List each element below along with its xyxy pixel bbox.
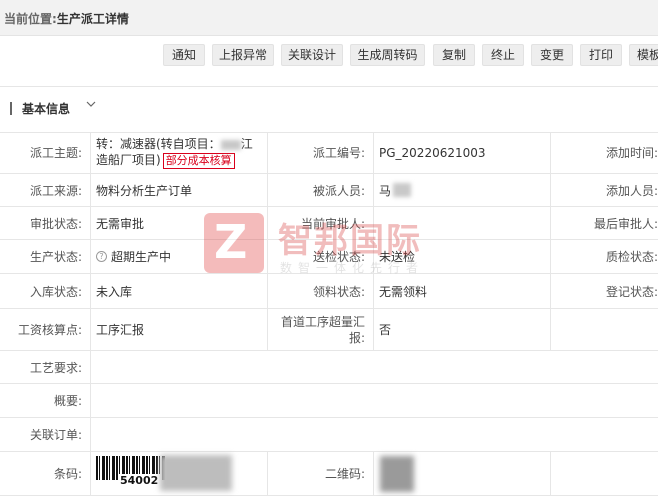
craft-value bbox=[91, 351, 658, 384]
production-status: 超期生产中 bbox=[111, 250, 172, 264]
inspection-send-value: 未送检 bbox=[374, 240, 551, 274]
barcode-number: 54002 bbox=[118, 474, 161, 487]
section-bar bbox=[10, 102, 12, 115]
breadcrumb-current: 生产派工详情 bbox=[56, 12, 129, 26]
assignee-label: 被派人员: bbox=[268, 174, 374, 207]
redacted-text bbox=[220, 139, 241, 150]
wage-value: 工序汇报 bbox=[91, 309, 268, 351]
current-approver-value bbox=[374, 207, 551, 240]
adder-label: 添加人员: bbox=[551, 174, 658, 207]
subject-value-mid: 江 bbox=[240, 137, 253, 151]
question-icon[interactable]: ? bbox=[96, 251, 107, 262]
change-button[interactable]: 变更 bbox=[531, 44, 573, 66]
code-label: 派工编号: bbox=[268, 132, 374, 174]
current-approver-label: 当前审批人: bbox=[268, 207, 374, 240]
source-label: 派工来源: bbox=[0, 174, 91, 207]
craft-label: 工艺要求: bbox=[0, 351, 91, 384]
generate-code-button[interactable]: 生成周转码 bbox=[350, 44, 425, 66]
print-button[interactable]: 打印 bbox=[580, 44, 622, 66]
subject-value-line1: 转：减速器(转自项目： bbox=[96, 137, 221, 151]
warehouse-label: 入库状态: bbox=[0, 274, 91, 309]
breadcrumb: 当前位置:生产派工详情 bbox=[4, 10, 129, 27]
toolbar: 通知 上报异常 关联设计 生成周转码 复制 终止 变更 打印 模板 bbox=[0, 44, 658, 68]
first-proc-value: 否 bbox=[374, 309, 551, 351]
source-value: 物料分析生产订单 bbox=[91, 174, 268, 207]
redacted-barcode bbox=[160, 455, 232, 491]
last-approver-label: 最后审批人: bbox=[551, 207, 658, 240]
assignee-value: 马 bbox=[374, 174, 551, 207]
subject-label: 派工主题: bbox=[0, 132, 91, 174]
related-order-value bbox=[91, 418, 658, 452]
assignee-name: 马 bbox=[379, 183, 392, 198]
breadcrumb-prefix: 当前位置: bbox=[4, 12, 57, 26]
empty-cell bbox=[551, 309, 658, 351]
approval-value: 无需审批 bbox=[91, 207, 268, 240]
terminate-button[interactable]: 终止 bbox=[482, 44, 524, 66]
redacted-text bbox=[393, 183, 412, 197]
qrcode-image bbox=[380, 456, 414, 492]
summary-label: 概要: bbox=[0, 384, 91, 418]
top-bar: 当前位置:生产派工详情 bbox=[0, 0, 658, 36]
barcode-label: 条码: bbox=[0, 452, 91, 496]
material-label: 领料状态: bbox=[268, 274, 374, 309]
qrcode-label: 二维码: bbox=[268, 452, 374, 496]
warehouse-value: 未入库 bbox=[91, 274, 268, 309]
notify-button[interactable]: 通知 bbox=[163, 44, 205, 66]
first-proc-label: 首道工序超量汇报: bbox=[268, 309, 374, 351]
material-value: 无需领料 bbox=[374, 274, 551, 309]
wage-label: 工资核算点: bbox=[0, 309, 91, 351]
report-exception-button[interactable]: 上报异常 bbox=[212, 44, 274, 66]
inspection-send-label: 送检状态: bbox=[268, 240, 374, 274]
copy-button[interactable]: 复制 bbox=[433, 44, 475, 66]
quality-label: 质检状态: bbox=[551, 240, 658, 274]
add-time-label: 添加时间: bbox=[551, 132, 658, 174]
code-value: PG_20220621003 bbox=[374, 132, 551, 174]
summary-value bbox=[91, 384, 658, 418]
production-value: ? 超期生产中 bbox=[91, 240, 268, 274]
template-button[interactable]: 模板 bbox=[629, 44, 658, 66]
subject-value-line2: 造船厂项目) bbox=[96, 153, 161, 167]
section-title: 基本信息 bbox=[22, 102, 71, 116]
subject-value: 转：减速器(转自项目： 江 造船厂项目) 部分成本核算 bbox=[91, 132, 268, 174]
register-label: 登记状态: bbox=[551, 274, 658, 309]
related-order-label: 关联订单: bbox=[0, 418, 91, 452]
approval-label: 审批状态: bbox=[0, 207, 91, 240]
cost-accounting-tag: 部分成本核算 bbox=[162, 153, 235, 169]
link-design-button[interactable]: 关联设计 bbox=[281, 44, 343, 66]
chevron-down-icon[interactable] bbox=[86, 99, 96, 112]
production-label: 生产状态: bbox=[0, 240, 91, 274]
divider bbox=[0, 86, 658, 87]
empty-cell bbox=[551, 452, 658, 496]
